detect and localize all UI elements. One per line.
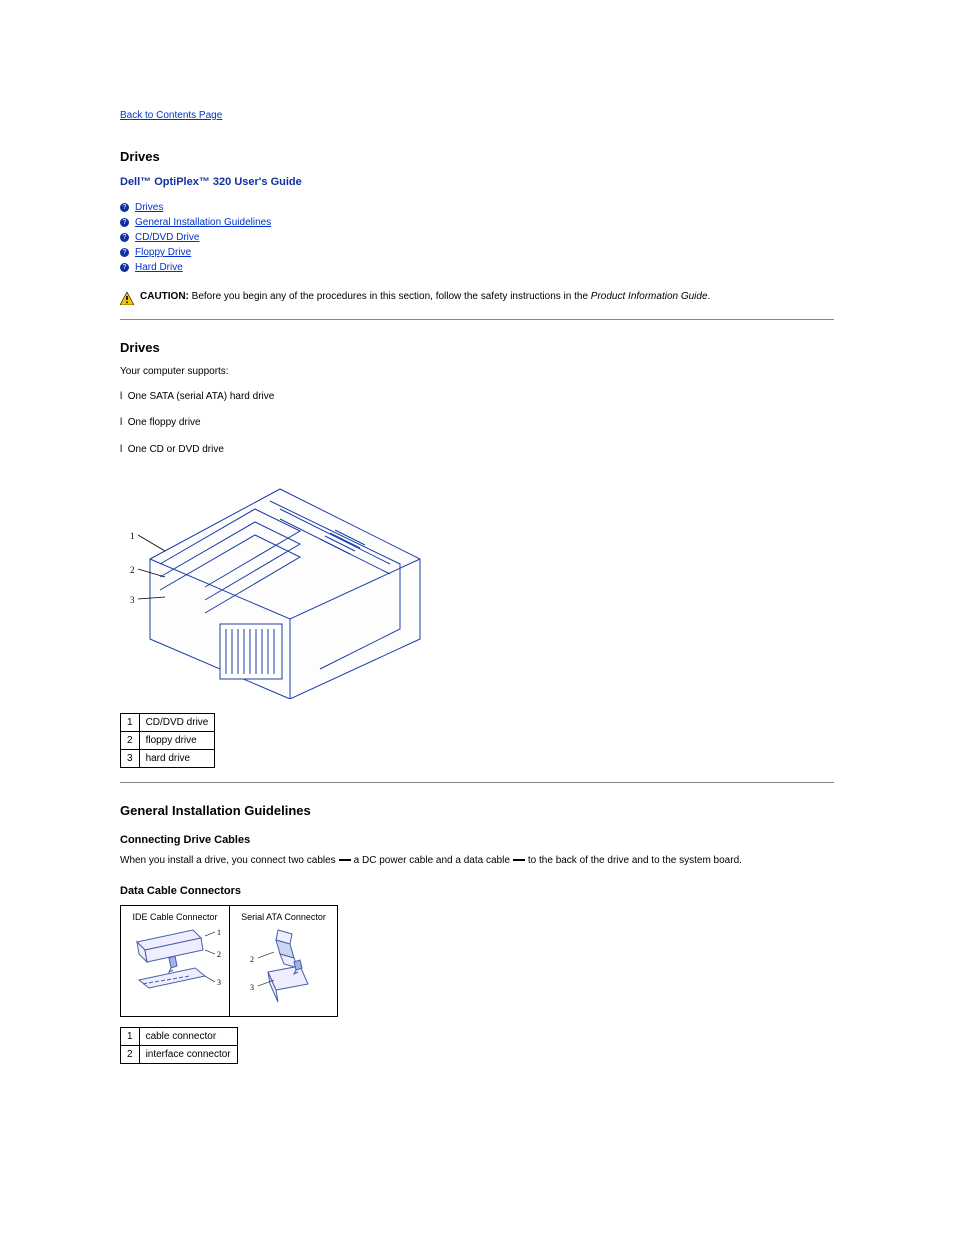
sub-data-cable-connectors: Data Cable Connectors — [120, 885, 834, 897]
svg-text:2: 2 — [130, 565, 135, 575]
toc-link-cddvd[interactable]: CD/DVD Drive — [135, 232, 199, 243]
legend-label: cable connector — [139, 1027, 237, 1045]
connector-table: IDE Cable Connector — [120, 905, 338, 1017]
legend-label: interface connector — [139, 1045, 237, 1063]
drives-bullet-1: l One SATA (serial ATA) hard drive — [120, 390, 834, 405]
legend-label: hard drive — [139, 750, 215, 768]
bullet-icon: ? — [120, 203, 129, 212]
svg-text:3: 3 — [130, 595, 135, 605]
bullet-icon: ? — [120, 248, 129, 257]
bullet-icon: ? — [120, 218, 129, 227]
svg-text:3: 3 — [250, 983, 254, 992]
table-row: 1 cable connector — [121, 1027, 238, 1045]
drives-bullet-2: l One floppy drive — [120, 416, 834, 431]
table-row: 1 CD/DVD drive — [121, 714, 215, 732]
doc-subtitle: Dell™ OptiPlex™ 320 User's Guide — [120, 176, 834, 188]
svg-text:3: 3 — [217, 978, 221, 987]
dash-icon — [339, 859, 351, 861]
sub-connecting-cables: Connecting Drive Cables — [120, 834, 834, 846]
divider — [120, 782, 834, 783]
drives-legend-table: 1 CD/DVD drive 2 floppy drive 3 hard dri… — [120, 713, 215, 768]
connector-header: Serial ATA Connector — [234, 912, 333, 922]
drives-intro: Your computer supports: — [120, 365, 834, 380]
legend-num: 2 — [121, 1045, 140, 1063]
table-row: 2 interface connector — [121, 1045, 238, 1063]
back-to-contents-link[interactable]: Back to Contents Page — [120, 110, 222, 121]
legend-num: 1 — [121, 1027, 140, 1045]
connector-header: IDE Cable Connector — [125, 912, 225, 922]
table-row: 3 hard drive — [121, 750, 215, 768]
dash-icon — [513, 859, 525, 861]
warning-icon — [120, 292, 134, 305]
divider — [120, 319, 834, 320]
legend-label: CD/DVD drive — [139, 714, 215, 732]
section-title-guidelines: General Installation Guidelines — [120, 803, 834, 818]
svg-text:2: 2 — [217, 950, 221, 959]
svg-text:2: 2 — [250, 955, 254, 964]
page-title: Drives — [120, 149, 834, 164]
legend-num: 3 — [121, 750, 140, 768]
toc-link-drives[interactable]: Drives — [135, 202, 163, 213]
toc-link-floppy[interactable]: Floppy Drive — [135, 247, 191, 258]
legend-num: 1 — [121, 714, 140, 732]
caution-tail: . — [708, 291, 711, 302]
table-row: 2 floppy drive — [121, 732, 215, 750]
computer-diagram: 1 2 3 — [120, 469, 834, 699]
caution-block: CAUTION: Before you begin any of the pro… — [120, 291, 834, 305]
toc-link-list: ? Drives ? General Installation Guidelin… — [120, 202, 834, 273]
caution-link-text: Product Information Guide — [591, 291, 708, 302]
bullet-icon: ? — [120, 233, 129, 242]
connector-legend-table: 1 cable connector 2 interface connector — [120, 1027, 238, 1064]
legend-num: 2 — [121, 732, 140, 750]
connecting-cables-text: When you install a drive, you connect tw… — [120, 854, 834, 869]
svg-text:1: 1 — [217, 928, 221, 937]
connector-cell-ide: IDE Cable Connector — [121, 906, 229, 1016]
bullet-icon: ? — [120, 263, 129, 272]
toc-link-guidelines[interactable]: General Installation Guidelines — [135, 217, 271, 228]
svg-text:1: 1 — [130, 531, 135, 541]
caution-body-text: Before you begin any of the procedures i… — [192, 291, 588, 302]
drives-bullet-3: l One CD or DVD drive — [120, 443, 834, 458]
toc-link-harddrive[interactable]: Hard Drive — [135, 262, 183, 273]
connector-cell-sata: Serial ATA Connector 2 3 — [229, 906, 337, 1016]
section-title-drives: Drives — [120, 340, 834, 355]
legend-label: floppy drive — [139, 732, 215, 750]
caution-label: CAUTION: — [140, 291, 189, 302]
